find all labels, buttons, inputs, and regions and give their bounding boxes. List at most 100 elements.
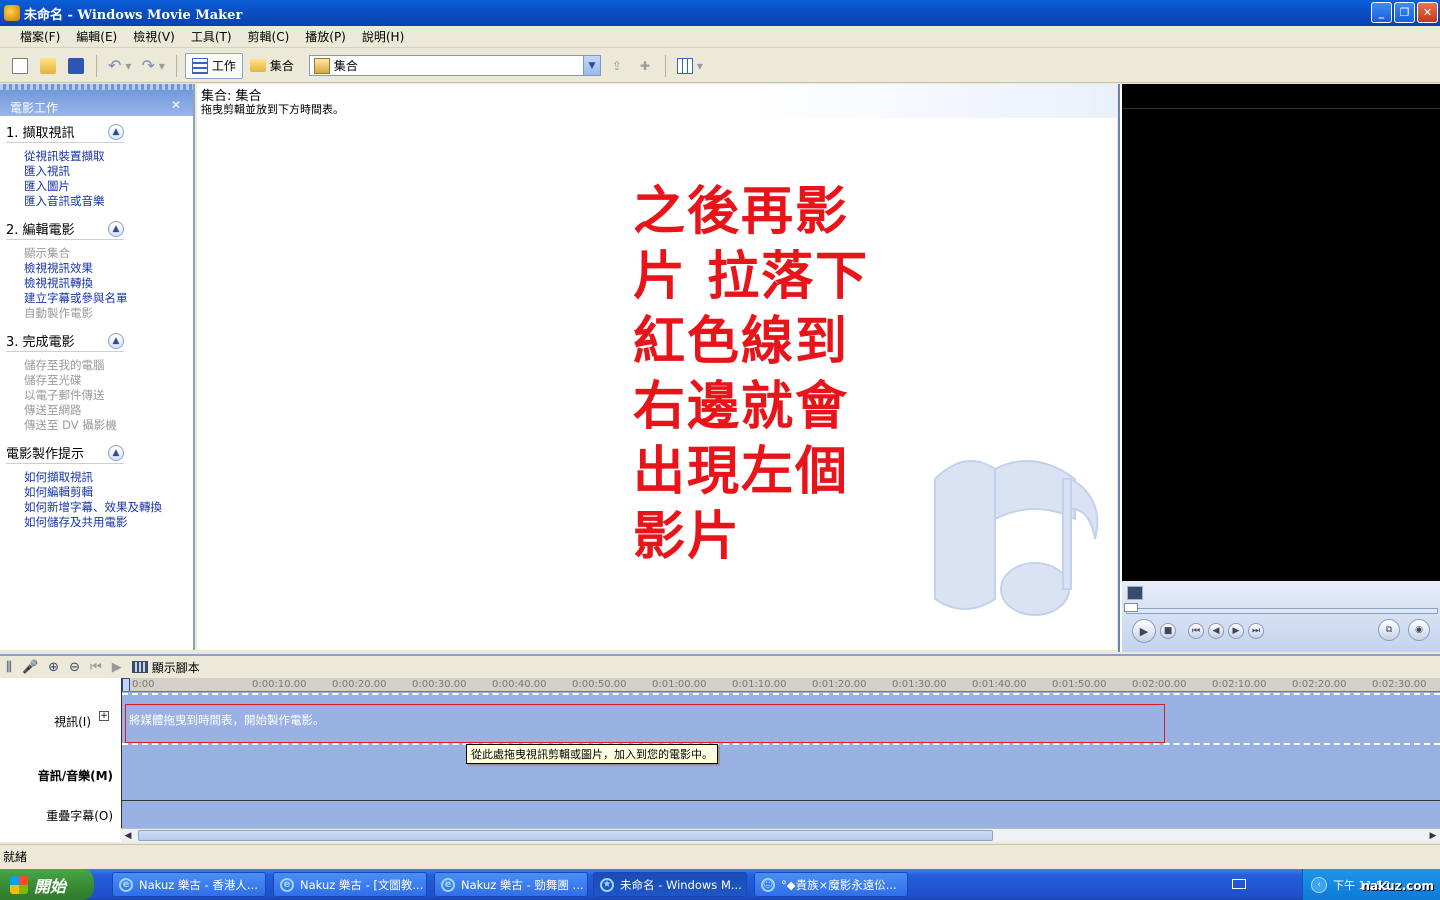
movie-maker-icon: ★ xyxy=(600,877,614,892)
taskbar-button[interactable]: e Nakuz 樂古 - 勁舞團 ... xyxy=(434,872,588,897)
play-button[interactable]: ▶ xyxy=(1132,619,1156,643)
collections-button[interactable]: 集合 xyxy=(247,53,297,79)
task-section-header[interactable]: 2. 編輯電影 ▲ xyxy=(6,218,124,240)
expand-video-track-icon[interactable]: + xyxy=(99,711,109,721)
menu-edit[interactable]: 編輯(E) xyxy=(68,28,125,45)
playhead[interactable] xyxy=(122,678,130,691)
scroll-right-icon[interactable]: ▶ xyxy=(1426,829,1440,842)
redo-icon: ↷ xyxy=(141,56,155,75)
task-section-title: 3. 完成電影 xyxy=(6,335,75,350)
forward-frame-button[interactable]: ▶ xyxy=(1228,623,1244,639)
task-link[interactable]: 如何新增字幕、效果及轉換 xyxy=(24,500,193,515)
collection-instruction: 拖曳剪輯並放到下方時間表。 xyxy=(201,103,344,116)
back-frame-button[interactable]: ◀ xyxy=(1208,623,1224,639)
audio-track[interactable] xyxy=(122,747,1440,801)
save-project-button[interactable] xyxy=(64,53,88,79)
overlay-text-line: 出現左個 xyxy=(633,442,850,502)
task-link[interactable]: 檢視視訊效果 xyxy=(24,261,193,276)
zoom-out-icon[interactable]: ⊖ xyxy=(69,660,80,675)
scrollbar-thumb[interactable] xyxy=(138,830,993,841)
previous-frame-start-button[interactable]: ⏮ xyxy=(1188,623,1204,639)
new-project-button[interactable] xyxy=(8,53,32,79)
taskbar-button[interactable]: e Nakuz 樂古 - 香港人... xyxy=(112,872,266,897)
folder-icon xyxy=(249,59,266,72)
next-end-button[interactable]: ⏭ xyxy=(1248,623,1264,639)
close-icon[interactable]: ✕ xyxy=(171,98,181,112)
ruler-tick-label: 0:01:10.00 xyxy=(732,679,787,690)
collapse-chevron-icon[interactable]: ▲ xyxy=(108,123,124,140)
collapse-chevron-icon[interactable]: ▲ xyxy=(108,444,124,461)
menu-help[interactable]: 說明(H) xyxy=(354,28,412,45)
timeline-tracks[interactable]: 0:00 0:00:10.00 0:00:20.00 0:00:30.00 0:00:4… xyxy=(121,678,1440,828)
collapse-chevron-icon[interactable]: ▲ xyxy=(108,332,124,349)
chevron-down-icon[interactable]: ▼ xyxy=(582,56,600,75)
up-one-level-button[interactable]: ⇪ xyxy=(605,53,629,79)
timeline-track-labels: 視訊(I) + 音訊/音樂(M) 重疊字幕(O) xyxy=(0,678,121,842)
open-project-button[interactable] xyxy=(36,53,60,79)
task-link[interactable]: 建立字幕或參與名單 xyxy=(24,291,193,306)
status-text: 就緒 xyxy=(3,850,28,864)
redo-button[interactable]: ↷ ▾ xyxy=(138,53,167,79)
taskbar-button[interactable]: e Nakuz 樂古 - [文圖教... xyxy=(273,872,427,897)
seek-thumb[interactable] xyxy=(1124,603,1138,612)
seek-bar[interactable] xyxy=(1126,608,1438,614)
task-link[interactable]: 如何擷取視訊 xyxy=(24,470,193,485)
menu-clip[interactable]: 剪輯(C) xyxy=(240,28,298,45)
play-timeline-icon[interactable]: ▶ xyxy=(112,660,122,675)
video-track-label: 視訊(I) xyxy=(54,715,91,729)
start-label: 開始 xyxy=(34,876,67,896)
menu-view[interactable]: 檢視(V) xyxy=(125,28,183,45)
close-button[interactable]: ✕ xyxy=(1417,2,1438,23)
task-section-title: 1. 擷取視訊 xyxy=(6,126,75,141)
task-link[interactable]: 檢視視訊轉換 xyxy=(24,276,193,291)
new-collection-folder-button[interactable]: ✚ xyxy=(633,53,657,79)
timeline-drop-zone[interactable]: 將媒體拖曳到時間表，開始製作電影。 xyxy=(125,704,1165,743)
stop-button[interactable]: ■ xyxy=(1160,623,1176,639)
window-controls: _ ❐ ✕ xyxy=(1371,2,1438,23)
movie-maker-icon xyxy=(4,5,20,21)
task-link[interactable]: 匯入圖片 xyxy=(24,179,193,194)
ruler-tick-label: 0:01:50.00 xyxy=(1052,679,1107,690)
taskbar-button[interactable]: ★ 未命名 - Windows M... xyxy=(593,872,747,897)
collapse-chevron-icon[interactable]: ▲ xyxy=(108,220,124,237)
task-link[interactable]: 如何編輯剪輯 xyxy=(24,485,193,500)
set-audio-levels-icon[interactable]: ⫼ xyxy=(6,660,12,675)
taskbar-button[interactable]: ☺ °◆貴族×魔影永遠伀... xyxy=(754,872,908,897)
narrate-microphone-icon[interactable]: 🎤 xyxy=(22,660,38,675)
task-section-title: 電影製作提示 xyxy=(6,447,85,462)
task-link[interactable]: 匯入音訊或音樂 xyxy=(24,194,193,209)
start-button[interactable]: 開始 xyxy=(0,869,94,900)
collection-dropdown[interactable]: 集合 ▼ xyxy=(308,55,601,76)
timeline-ruler[interactable]: 0:00 0:00:10.00 0:00:20.00 0:00:30.00 0:00:4… xyxy=(122,678,1440,692)
site-watermark: nakuz.com xyxy=(1361,879,1434,893)
keyboard-icon[interactable] xyxy=(1232,879,1246,889)
full-screen-button[interactable] xyxy=(1127,586,1143,600)
restore-button[interactable]: ❐ xyxy=(1394,2,1415,23)
menu-tools[interactable]: 工具(T) xyxy=(183,28,240,45)
task-section: 3. 完成電影 ▲ 儲存至我的電腦 儲存至光碟 以電子郵件傳送 傳送至網路 傳送至 DV 攝… xyxy=(0,330,193,437)
title-overlay-track[interactable] xyxy=(122,802,1440,828)
rewind-timeline-icon[interactable]: ⏮ xyxy=(90,660,102,675)
scroll-left-icon[interactable]: ◀ xyxy=(121,829,135,842)
taskbar: 開始 e Nakuz 樂古 - 香港人... e Nakuz 樂古 - [文圖教...… xyxy=(0,869,1440,900)
task-links: 儲存至我的電腦 儲存至光碟 以電子郵件傳送 傳送至網路 傳送至 DV 攝影機 xyxy=(6,352,193,437)
menu-file[interactable]: 檔案(F) xyxy=(12,28,68,45)
views-button[interactable]: ▾ xyxy=(674,53,706,79)
split-clip-button[interactable]: ⧉ xyxy=(1378,619,1400,641)
task-section-header[interactable]: 電影製作提示 ▲ xyxy=(6,442,124,464)
task-section-header[interactable]: 3. 完成電影 ▲ xyxy=(6,330,124,352)
zoom-in-icon[interactable]: ⊕ xyxy=(48,660,59,675)
take-picture-button[interactable]: ◉ xyxy=(1408,619,1430,641)
overlay-text-line: 影片 xyxy=(633,507,742,567)
task-link[interactable]: 從視訊裝置擷取 xyxy=(24,149,193,164)
task-link[interactable]: 如何儲存及共用電影 xyxy=(24,515,193,530)
show-hidden-icons-icon[interactable]: ‹ xyxy=(1311,876,1327,893)
show-storyboard-button[interactable]: 顯示腳本 xyxy=(131,659,200,676)
timeline-scrollbar[interactable]: ◀ ▶ xyxy=(121,828,1440,842)
undo-button[interactable]: ↶ ▾ xyxy=(105,53,134,79)
task-section-header[interactable]: 1. 擷取視訊 ▲ xyxy=(6,121,124,143)
tasks-button[interactable]: 工作 xyxy=(184,52,243,79)
task-link[interactable]: 匯入視訊 xyxy=(24,164,193,179)
menu-play[interactable]: 播放(P) xyxy=(297,28,354,45)
minimize-button[interactable]: _ xyxy=(1371,2,1392,23)
